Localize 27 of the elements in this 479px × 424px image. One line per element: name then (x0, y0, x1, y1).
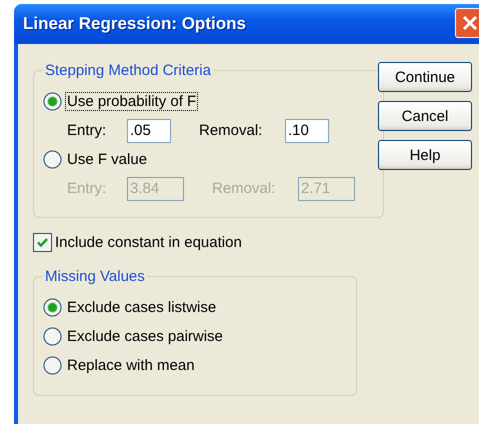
group-title: Missing Values (44, 268, 146, 285)
radio-button[interactable] (43, 327, 62, 346)
close-button[interactable] (455, 8, 479, 38)
checkmark-icon (36, 236, 49, 248)
input-field[interactable]: .10 (285, 118, 329, 142)
input-field[interactable]: .05 (127, 118, 171, 142)
option-label: Exclude cases listwise (66, 298, 218, 317)
option-label: Replace with mean (66, 356, 196, 375)
option-label: Exclude cases pairwise (66, 327, 224, 346)
dialog-button[interactable]: Continue (378, 62, 472, 92)
field-label: Entry: (67, 122, 108, 139)
radio-button[interactable] (43, 298, 62, 317)
field-label: Removal: (212, 180, 276, 197)
option-label: Use F value (66, 150, 148, 169)
close-icon (462, 15, 478, 31)
radio-button[interactable] (43, 92, 62, 111)
radio-button[interactable] (43, 356, 62, 375)
dialog-button[interactable]: Help (378, 140, 472, 170)
radio-button[interactable] (43, 150, 62, 169)
group-title: Stepping Method Criteria (44, 62, 212, 79)
dialog-button[interactable]: Cancel (378, 101, 472, 131)
field-label: Removal: (199, 122, 264, 139)
field-label: Entry: (67, 180, 108, 197)
option-label: Use probability of F (65, 92, 198, 111)
window-title: Linear Regression: Options (23, 14, 246, 34)
checkbox[interactable] (33, 232, 52, 252)
checkbox-label: Include constant in equation (55, 234, 242, 250)
